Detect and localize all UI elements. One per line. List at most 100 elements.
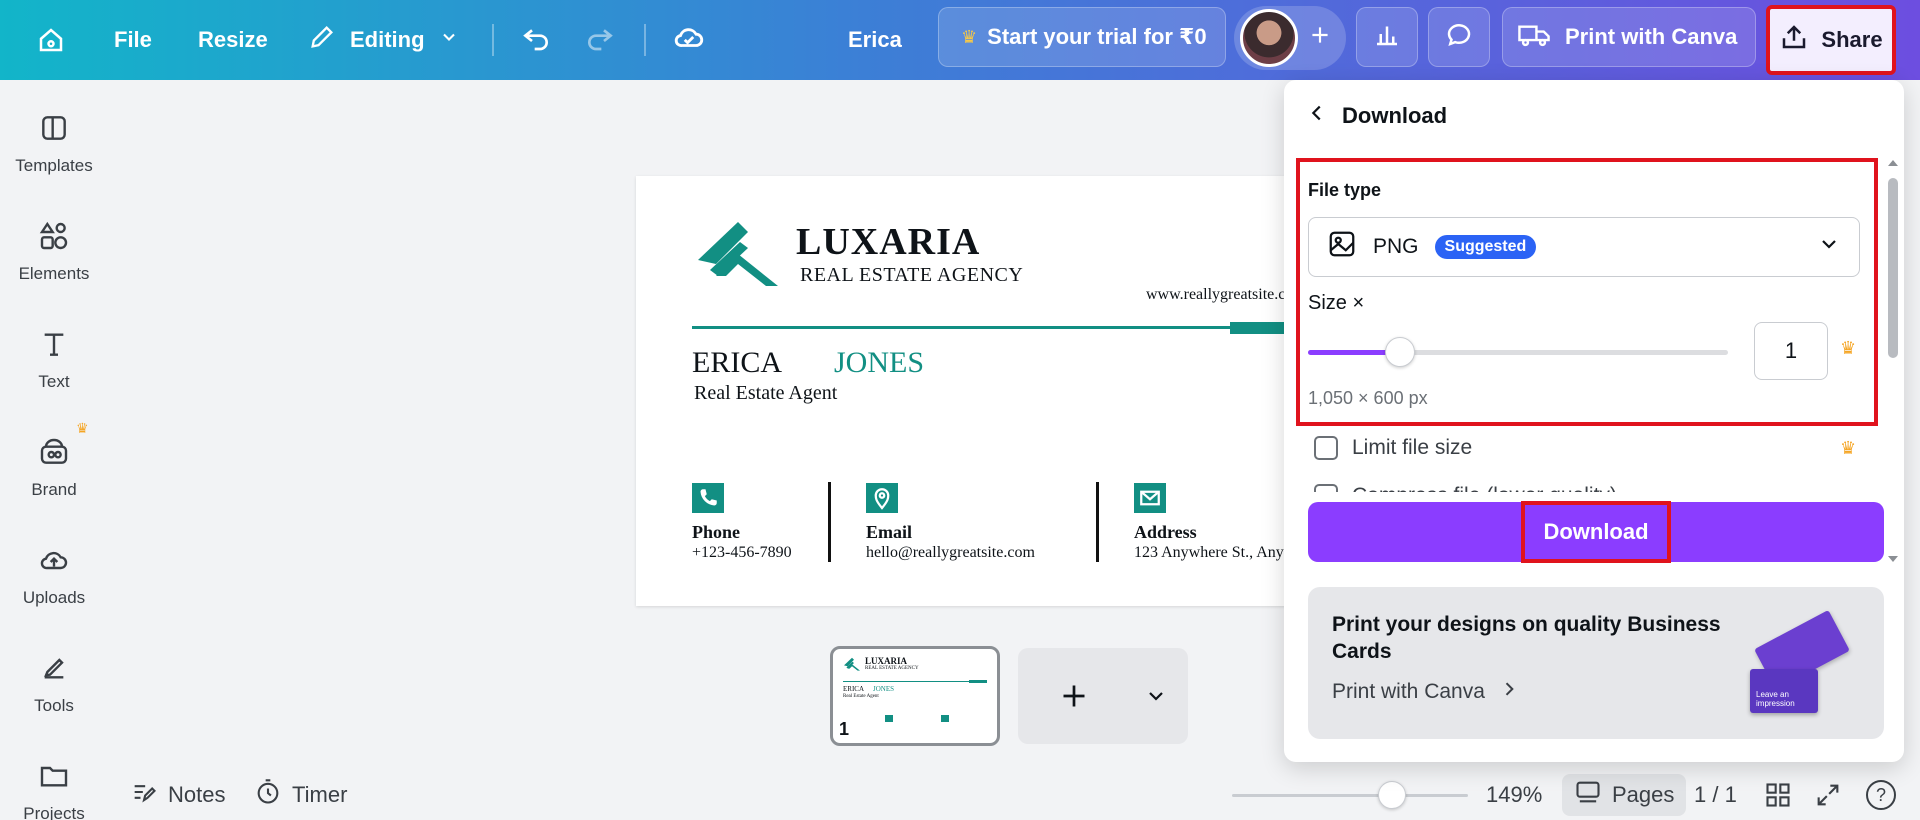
compress-file-checkbox[interactable] — [1314, 484, 1338, 492]
sidebar-item-tools[interactable]: Tools — [0, 652, 108, 716]
editing-menu[interactable]: Editing — [308, 0, 459, 80]
timer-button[interactable]: Timer — [254, 778, 347, 812]
help-button[interactable]: ? — [1866, 780, 1896, 810]
toolbar-divider — [644, 24, 646, 56]
sidebar-item-brand[interactable]: Brand — [0, 436, 108, 500]
print-label: Print with Canva — [1565, 24, 1738, 49]
limit-file-size-checkbox[interactable] — [1314, 436, 1338, 460]
premium-crown-icon: ♛ — [1840, 438, 1857, 458]
panel-scrollbar[interactable] — [1886, 158, 1900, 562]
home-icon — [36, 25, 66, 55]
scroll-up-icon[interactable] — [1886, 158, 1900, 168]
size-slider[interactable] — [1308, 337, 1728, 367]
thumbnail-role: Real Estate Agent — [843, 694, 879, 699]
page-thumbnail[interactable]: LUXARIA REAL ESTATE AGENCY ERICA JONES R… — [830, 646, 1000, 746]
size-input[interactable]: 1 — [1754, 322, 1828, 380]
design-canvas[interactable]: LUXARIA REAL ESTATE AGENCY www.reallygre… — [636, 176, 1286, 606]
sidebar-item-uploads[interactable]: Uploads — [0, 544, 108, 608]
compress-file-option[interactable]: Compress file (lower quality) — [1314, 484, 1617, 492]
print-promo-card[interactable]: Print your designs on quality Business C… — [1308, 587, 1884, 739]
size-label: Size × — [1308, 292, 1365, 314]
bar-chart-icon — [1372, 19, 1402, 55]
scroll-down-icon[interactable] — [1886, 554, 1900, 564]
comment-icon — [1444, 19, 1474, 55]
plus-icon — [1307, 22, 1333, 54]
email-label: Email — [866, 522, 913, 542]
dimensions-text: 1,050 × 600 px — [1308, 388, 1428, 408]
thumbnail-last-name: JONES — [873, 685, 895, 693]
sidebar-item-projects[interactable]: Projects — [0, 760, 108, 820]
sidebar-label: Text — [38, 372, 70, 391]
timer-label: Timer — [292, 782, 348, 807]
zoom-slider[interactable] — [1232, 781, 1468, 809]
templates-icon — [38, 112, 70, 144]
chevron-right-icon — [1499, 679, 1519, 705]
undo-icon — [520, 21, 552, 59]
business-card-image-front: Leave an impression — [1750, 669, 1818, 713]
thumbnail-company: LUXARIA — [865, 656, 908, 666]
size-slider-thumb[interactable] — [1385, 337, 1415, 367]
zoom-slider-thumb[interactable] — [1378, 781, 1406, 809]
address-label: Address — [1134, 522, 1197, 542]
trial-button[interactable]: ♛ Start your trial for ₹0 — [938, 7, 1226, 67]
chevron-down-icon[interactable] — [1144, 684, 1168, 713]
undo-button[interactable] — [520, 0, 552, 80]
share-upload-icon — [1779, 22, 1809, 58]
share-button[interactable]: Share — [1766, 5, 1896, 75]
divider-line — [692, 326, 1232, 329]
zoom-level[interactable]: 149% — [1486, 782, 1542, 808]
save-status-button[interactable] — [672, 0, 706, 80]
tools-icon — [38, 652, 70, 684]
file-menu[interactable]: File — [114, 0, 152, 80]
promo-card-text: Leave an impression — [1756, 690, 1795, 708]
uploads-icon — [38, 544, 70, 576]
share-label: Share — [1821, 27, 1883, 52]
premium-crown-icon: ♛ — [1840, 338, 1857, 358]
sidebar-item-templates[interactable]: Templates — [0, 112, 108, 176]
sidebar-label: Templates — [15, 156, 93, 175]
pages-icon — [1574, 778, 1602, 812]
grid-view-icon[interactable] — [1764, 781, 1792, 815]
thumbnail-logo-icon — [844, 657, 860, 671]
page-number: 1 — [839, 719, 850, 739]
last-name: JONES — [834, 346, 925, 379]
redo-icon — [584, 21, 616, 59]
resize-menu[interactable]: Resize — [198, 0, 268, 80]
limit-file-size-label: Limit file size — [1352, 436, 1473, 459]
redo-button[interactable] — [584, 0, 616, 80]
sidebar-label: Brand — [31, 480, 77, 499]
print-with-canva-button[interactable]: Print with Canva — [1502, 7, 1756, 67]
notes-button[interactable]: Notes — [130, 778, 225, 812]
company-name: LUXARIA — [796, 221, 981, 263]
pages-button[interactable]: Pages — [1562, 774, 1687, 816]
download-button[interactable]: Download — [1308, 501, 1884, 563]
page-counter[interactable]: 1 / 1 — [1694, 782, 1737, 808]
scrollbar-thumb[interactable] — [1888, 178, 1898, 358]
file-type-select[interactable]: PNG Suggested — [1308, 217, 1860, 277]
compress-option-clip: Compress file (lower quality) — [1308, 480, 1868, 492]
limit-file-size-option[interactable]: Limit file size — [1314, 436, 1472, 460]
panel-header[interactable]: Download — [1306, 102, 1447, 130]
avatar[interactable] — [1240, 9, 1298, 67]
notes-label: Notes — [168, 782, 226, 807]
agency-name: REAL ESTATE AGENCY — [800, 264, 1024, 286]
sidebar-item-text[interactable]: Text — [0, 328, 108, 392]
back-chevron-icon[interactable] — [1306, 102, 1328, 130]
add-collaborator-button[interactable] — [1302, 8, 1338, 68]
sidebar-label: Uploads — [22, 588, 86, 607]
phone-label: Phone — [692, 522, 741, 542]
sidebar-item-elements[interactable]: Elements — [0, 220, 108, 284]
document-title[interactable]: Erica — [848, 0, 902, 80]
add-page-button[interactable] — [1018, 648, 1188, 744]
promo-title: Print your designs on quality Business C… — [1332, 613, 1721, 664]
promo-link[interactable]: Print with Canva — [1332, 679, 1519, 705]
thumbnail-contact-marker — [941, 715, 949, 722]
sidebar-label: Projects — [23, 804, 85, 820]
phone-value: +123-456-7890 — [692, 544, 792, 561]
notes-icon — [130, 778, 158, 812]
fullscreen-icon[interactable] — [1814, 781, 1842, 815]
comments-button[interactable] — [1428, 7, 1490, 67]
premium-crown-icon: ♛ — [76, 420, 89, 436]
insights-button[interactable] — [1356, 7, 1418, 67]
home-button[interactable] — [36, 0, 66, 80]
